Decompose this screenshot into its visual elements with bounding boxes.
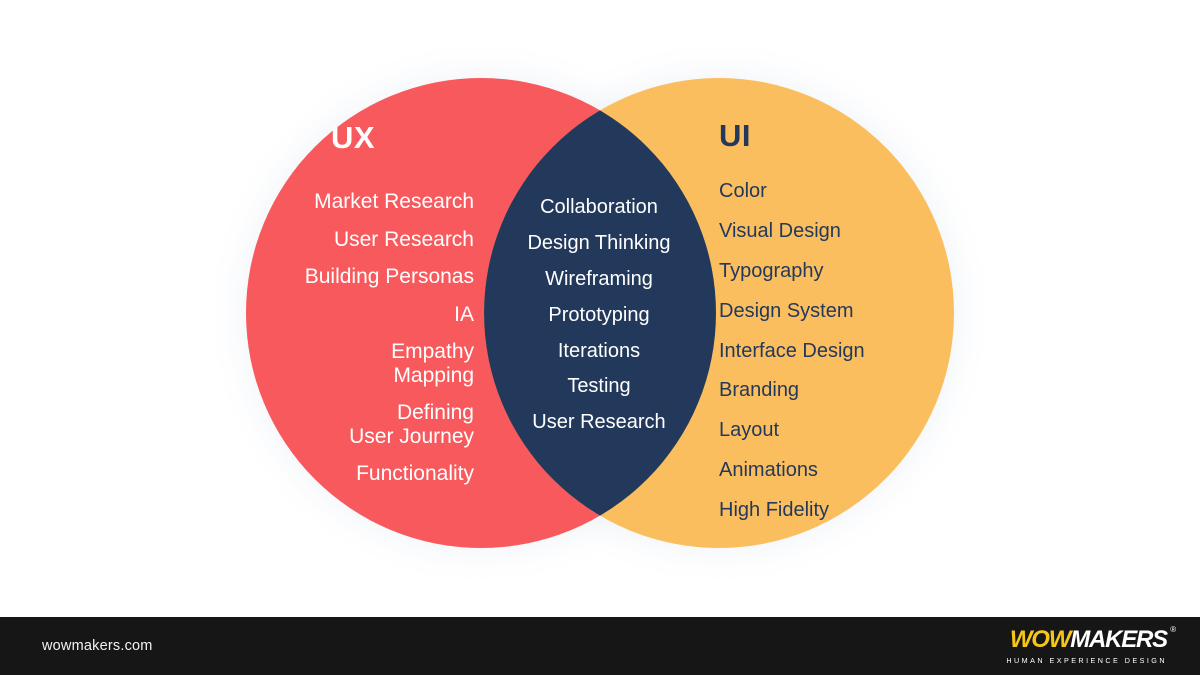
footer-bar: wowmakers.com WOWMAKERS ® HUMAN EXPERIENC…: [0, 617, 1200, 675]
list-item: User Research: [333, 227, 474, 251]
list-item: Iterations: [557, 339, 641, 362]
list-item: Color: [719, 180, 767, 202]
list-item: Design Thinking: [527, 231, 671, 254]
venn-diagram: UX Market Research User Research Buildin…: [0, 0, 1200, 617]
list-item: Wireframing: [545, 267, 653, 290]
list-item: Functionality: [356, 462, 474, 486]
list-item: Empathy Mapping: [391, 340, 474, 387]
list-item: IA: [454, 302, 474, 326]
list-item: Collaboration: [540, 196, 658, 218]
ui-heading: UI: [719, 118, 751, 153]
ux-circle-content: UX Market Research User Research Buildin…: [246, 120, 474, 500]
list-item: Interface Design: [719, 339, 865, 362]
list-item: Prototyping: [548, 303, 650, 326]
list-item: Defining User Journey: [349, 401, 474, 448]
list-item: Visual Design: [719, 219, 841, 242]
logo-word-wow: WOW: [1009, 625, 1072, 653]
ui-item-list: Color Visual Design Typography Design Sy…: [719, 180, 949, 522]
ux-heading: UX: [330, 120, 376, 155]
list-item: User Research: [532, 411, 666, 434]
ui-circle-content: UI Color Visual Design Typography Design…: [719, 118, 949, 539]
intersection-item-list: Collaboration Design Thinking Wireframin…: [492, 196, 706, 434]
intersection-content: Collaboration Design Thinking Wireframin…: [492, 196, 706, 447]
registered-trademark-icon: ®: [1170, 624, 1176, 634]
logo-word-makers: MAKERS: [1070, 625, 1168, 653]
list-item: Testing: [567, 375, 631, 398]
infographic-canvas: UX Market Research User Research Buildin…: [0, 0, 1200, 675]
list-item: Layout: [719, 419, 780, 442]
ux-item-list: Market Research User Research Building P…: [246, 190, 474, 486]
logo-wordmark: WOWMAKERS ®: [1009, 625, 1176, 653]
website-url[interactable]: wowmakers.com: [42, 638, 153, 654]
list-item: High Fidelity: [719, 499, 830, 522]
list-item: Building Personas: [304, 265, 474, 289]
logo-tagline: HUMAN EXPERIENCE DESIGN: [1006, 655, 1167, 665]
list-item: Branding: [719, 379, 800, 402]
list-item: Typography: [719, 259, 824, 282]
list-item: Design System: [719, 299, 854, 322]
wowmakers-logo[interactable]: WOWMAKERS ® HUMAN EXPERIENCE DESIGN: [1006, 625, 1176, 665]
list-item: Market Research: [314, 190, 474, 213]
list-item: Animations: [719, 459, 818, 482]
